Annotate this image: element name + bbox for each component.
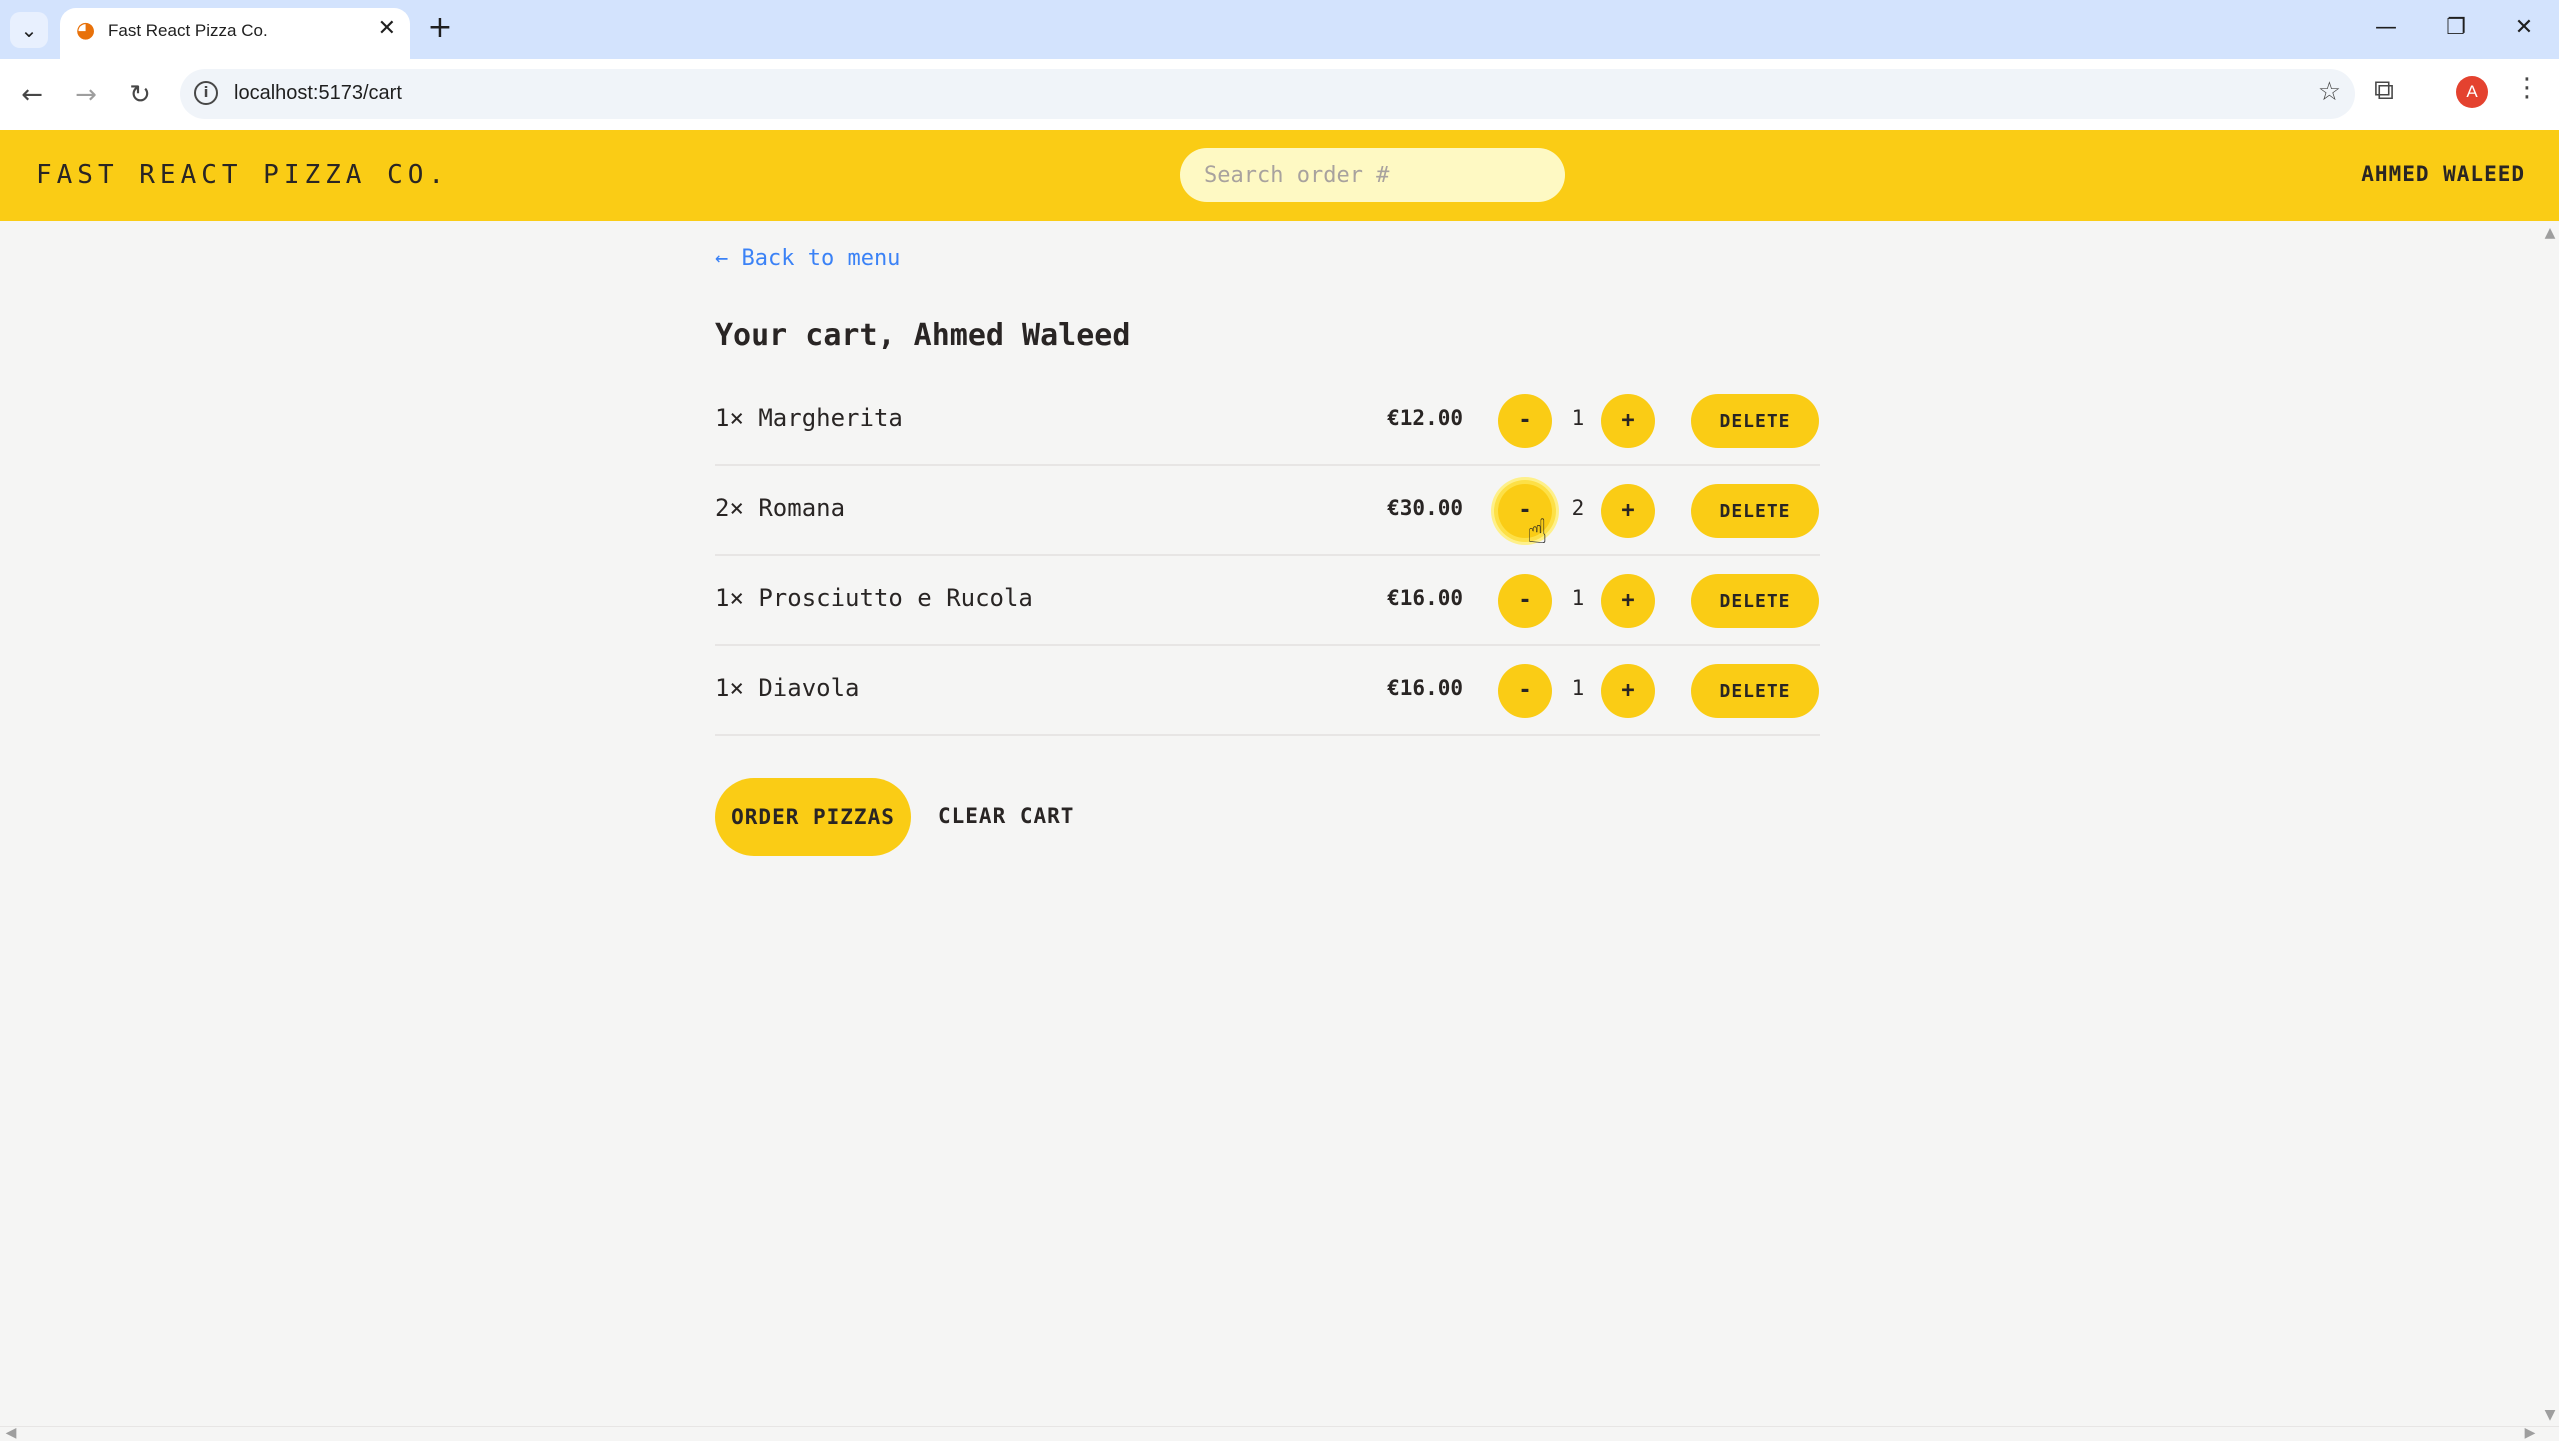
logo-link[interactable]: Fast React Pizza Co.	[36, 160, 449, 190]
decrease-quantity-button[interactable]: -	[1498, 484, 1552, 538]
browser-toolbar: ← → ↻ i localhost:5173/cart ☆ ⧉ A ⋮	[0, 59, 2559, 130]
decrease-quantity-button[interactable]: -	[1498, 664, 1552, 718]
item-quantity: 1	[1571, 676, 1585, 700]
item-quantity: 2	[1571, 496, 1585, 520]
url-text[interactable]: localhost:5173/cart	[234, 82, 402, 105]
browser-menu-icon[interactable]: ⋮	[2514, 73, 2540, 103]
cart-item: 1× Margherita €12.00 - 1 + Delete	[715, 376, 1820, 466]
scroll-down-icon[interactable]: ▼	[2541, 1407, 2559, 1423]
cart-item: 1× Prosciutto e Rucola €16.00 - 1 + Dele…	[715, 556, 1820, 646]
item-quantity: 1	[1571, 586, 1585, 610]
decrease-quantity-button[interactable]: -	[1498, 574, 1552, 628]
reload-icon[interactable]: ↻	[118, 73, 162, 117]
scroll-right-icon[interactable]: ▶	[2521, 1425, 2539, 1441]
horizontal-scrollbar[interactable]: ◀ ▶	[0, 1425, 2559, 1441]
search-order-input[interactable]	[1180, 148, 1565, 202]
new-tab-button[interactable]: +	[422, 10, 458, 46]
username: Ahmed Waleed	[2361, 162, 2525, 186]
delete-item-button[interactable]: Delete	[1691, 394, 1819, 448]
cart-item: 1× Diavola €16.00 - 1 + Delete	[715, 646, 1820, 736]
back-arrow-icon[interactable]: ←	[10, 73, 54, 117]
item-name: 1× Diavola	[715, 674, 860, 702]
item-price: €16.00	[1387, 586, 1463, 610]
back-to-menu-link[interactable]: ← Back to menu	[715, 246, 900, 271]
item-price: €12.00	[1387, 406, 1463, 430]
tab-title: Fast React Pizza Co.	[108, 21, 268, 40]
page-title: Your cart, Ahmed Waleed	[715, 318, 1131, 353]
item-name: 2× Romana	[715, 494, 846, 522]
item-price: €30.00	[1387, 496, 1463, 520]
item-name: 1× Margherita	[715, 404, 903, 432]
scroll-left-icon[interactable]: ◀	[2, 1425, 20, 1441]
forward-arrow-icon[interactable]: →	[64, 73, 108, 117]
window-close-icon[interactable]: ✕	[2502, 10, 2546, 46]
decrease-quantity-button[interactable]: -	[1498, 394, 1552, 448]
restore-icon[interactable]: ❐	[2434, 10, 2478, 46]
address-bar[interactable]: i localhost:5173/cart ☆	[180, 69, 2355, 119]
delete-item-button[interactable]: Delete	[1691, 664, 1819, 718]
scroll-up-icon[interactable]: ▲	[2541, 225, 2559, 241]
increase-quantity-button[interactable]: +	[1601, 664, 1655, 718]
increase-quantity-button[interactable]: +	[1601, 484, 1655, 538]
site-info-icon[interactable]: i	[194, 81, 218, 105]
browser-tab-bar: ⌄ ◕ Fast React Pizza Co. ✕ + — ❐ ✕	[0, 0, 2559, 59]
profile-avatar[interactable]: A	[2456, 76, 2488, 108]
item-name: 1× Prosciutto e Rucola	[715, 584, 1033, 612]
increase-quantity-button[interactable]: +	[1601, 394, 1655, 448]
browser-tab[interactable]: ◕ Fast React Pizza Co. ✕	[60, 8, 410, 59]
order-pizzas-button[interactable]: Order pizzas	[715, 778, 911, 856]
tab-search-dropdown-icon[interactable]: ⌄	[10, 12, 48, 48]
app-header: Fast React Pizza Co. Ahmed Waleed	[0, 130, 2559, 221]
cart-item: 2× Romana €30.00 - 2 + Delete	[715, 466, 1820, 556]
delete-item-button[interactable]: Delete	[1691, 484, 1819, 538]
pizza-icon: ◕	[76, 18, 96, 43]
cart-list: 1× Margherita €12.00 - 1 + Delete 2× Rom…	[715, 376, 1820, 736]
minimize-icon[interactable]: —	[2364, 10, 2408, 46]
vertical-scrollbar[interactable]: ▲ ▼	[2541, 221, 2559, 1427]
increase-quantity-button[interactable]: +	[1601, 574, 1655, 628]
clear-cart-button[interactable]: Clear cart	[938, 804, 1074, 828]
item-quantity: 1	[1571, 406, 1585, 430]
item-price: €16.00	[1387, 676, 1463, 700]
delete-item-button[interactable]: Delete	[1691, 574, 1819, 628]
extensions-icon[interactable]: ⧉	[2374, 73, 2394, 107]
bookmark-star-icon[interactable]: ☆	[2318, 77, 2341, 107]
close-tab-icon[interactable]: ✕	[378, 16, 396, 41]
